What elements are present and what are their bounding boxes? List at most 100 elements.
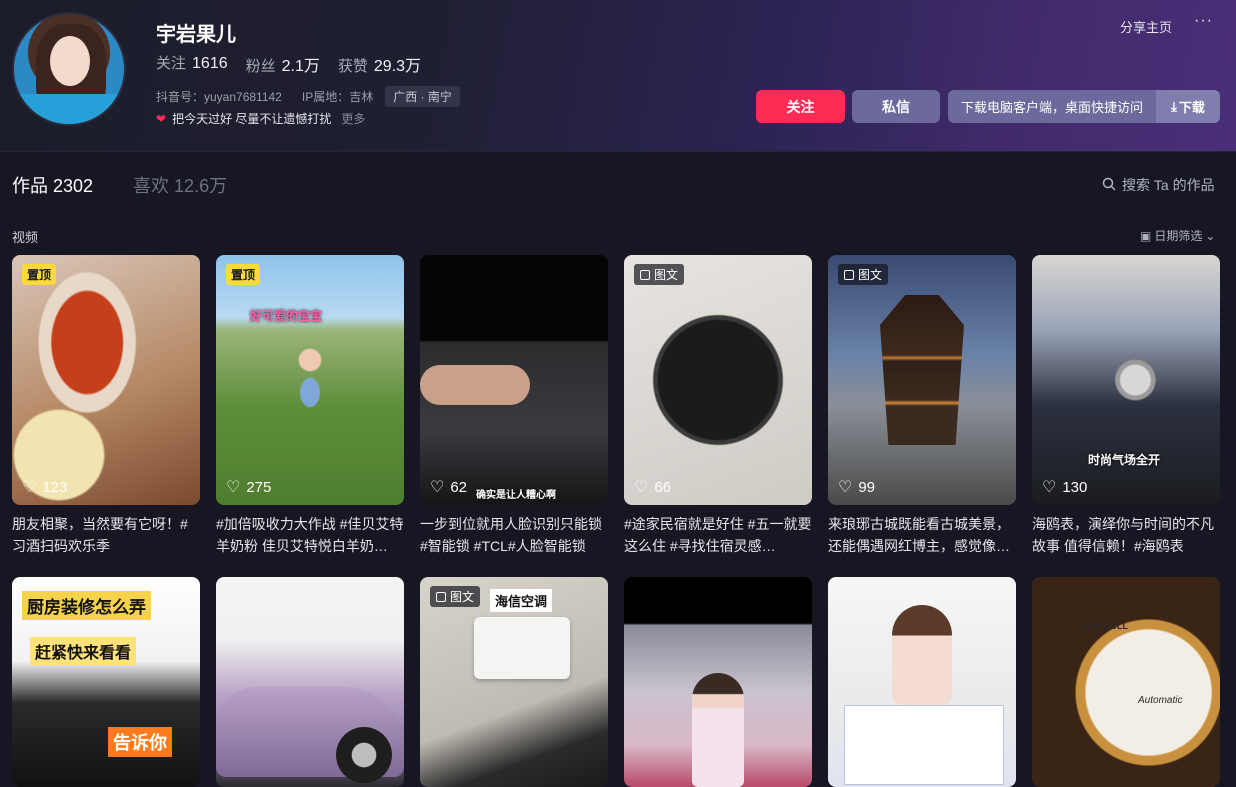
video-card[interactable]: 置顶 好可爱的宝宝 ♡ 275 #加倍吸收力大作战 #佳贝艾特羊奶粉 佳贝艾特悦白… — [216, 255, 404, 557]
gallery-icon — [844, 269, 854, 280]
video-thumbnail[interactable]: 图文 ♡ 99 — [828, 255, 1016, 505]
download-client-text: 下载电脑客户端，桌面快捷访问 — [960, 100, 1143, 115]
search-works-button[interactable]: 搜索 Ta 的作品 — [1102, 175, 1215, 195]
video-thumbnail[interactable]: 图文 ♡ 66 — [624, 255, 812, 505]
video-card[interactable] — [828, 577, 1016, 787]
video-thumbnail[interactable]: SEA-GULL Automatic — [1032, 577, 1220, 787]
like-count-value: 275 — [246, 478, 272, 496]
tab-works[interactable]: 作品 2302 — [12, 172, 93, 198]
video-overlay-text: 确实是让人糟心啊 — [476, 490, 556, 501]
following-value: 1616 — [192, 55, 228, 72]
likes-value: 29.3万 — [373, 58, 422, 75]
like-count-value: 123 — [42, 478, 68, 496]
like-count: ♡ 66 — [634, 477, 671, 497]
avatar[interactable] — [12, 12, 126, 126]
bio-text: 把今天过好 尽量不让遗憾打扰 — [172, 112, 332, 126]
video-overlay-text: 时尚气场全开 — [1088, 453, 1161, 467]
video-thumbnail[interactable]: 确实是让人糟心啊 ♡ 62 — [420, 255, 608, 505]
video-thumbnail[interactable] — [216, 577, 404, 787]
video-thumbnail[interactable]: 置顶 ♡ 123 — [12, 255, 200, 505]
video-caption[interactable]: 来琅琊古城既能看古城美景，还能偶遇网红博主，感觉像… — [828, 513, 1016, 557]
person-shape — [892, 605, 952, 705]
profile-meta: 抖音号：yuyan7681142 IP属地：吉林 广西 · 南宁 — [156, 86, 460, 107]
heart-outline-icon: ♡ — [1042, 479, 1057, 496]
video-card[interactable]: 置顶 ♡ 123 朋友相聚，当然要有它呀！#习酒扫码欢乐季 — [12, 255, 200, 557]
like-count: ♡ 99 — [838, 477, 875, 497]
gallery-icon — [436, 591, 446, 602]
search-icon — [1102, 177, 1116, 194]
section-label: 视频 — [12, 230, 39, 245]
image-post-label: 图文 — [450, 590, 475, 604]
video-card[interactable]: 厨房装修怎么弄 赶紧快来看看 告诉你 — [12, 577, 200, 787]
air-conditioner-shape — [474, 617, 570, 679]
video-thumbnail[interactable] — [624, 577, 812, 787]
video-caption[interactable]: 朋友相聚，当然要有它呀！#习酒扫码欢乐季 — [12, 513, 200, 557]
download-icon: ⤓ — [1171, 98, 1177, 114]
followers-stat[interactable]: 粉丝 2.1万 — [246, 52, 320, 76]
profile-header: 宇岩果儿 关注 1616 粉丝 2.1万 获赞 29.3万 抖音号：yuyan7681… — [0, 0, 1236, 152]
video-overlay-text-3: 告诉你 — [108, 727, 172, 757]
nickname: 宇岩果儿 — [156, 24, 236, 46]
content-tabs: 作品 2302 喜欢 12.6万 — [12, 172, 227, 198]
like-count-value: 99 — [858, 478, 876, 496]
heart-outline-icon: ♡ — [22, 479, 37, 496]
video-caption[interactable]: #加倍吸收力大作战 #佳贝艾特羊奶粉 佳贝艾特悦白羊奶… — [216, 513, 404, 557]
image-post-badge: 图文 — [430, 586, 481, 607]
video-card[interactable]: 图文 ♡ 99 来琅琊古城既能看古城美景，还能偶遇网红博主，感觉像… — [828, 255, 1016, 557]
screen-overlay — [844, 705, 1004, 785]
follow-button[interactable]: 关注 — [756, 90, 845, 123]
video-overlay-text: 海信空调 — [490, 589, 553, 612]
avatar-shirt — [14, 94, 124, 124]
followers-label: 粉丝 — [245, 58, 276, 75]
likes-label: 获赞 — [337, 58, 368, 75]
profile-stats: 关注 1616 粉丝 2.1万 获赞 29.3万 — [156, 52, 421, 76]
image-post-badge: 图文 — [838, 264, 889, 285]
tab-liked[interactable]: 喜欢 12.6万 — [133, 172, 227, 198]
video-caption[interactable]: 一步到位就用人脸识别只能锁 #智能锁 #TCL#人脸智能锁 — [420, 513, 608, 557]
video-card[interactable]: SEA-GULL Automatic — [1032, 577, 1220, 787]
video-thumbnail[interactable]: 厨房装修怎么弄 赶紧快来看看 告诉你 — [12, 577, 200, 787]
video-thumbnail[interactable]: 图文 海信空调 — [420, 577, 608, 787]
watch-brand-text: SEA-GULL — [1082, 621, 1128, 631]
bio-more-link[interactable]: 更多 — [341, 110, 365, 127]
watch-model-text: Automatic — [1138, 695, 1183, 706]
video-card[interactable]: 确实是让人糟心啊 ♡ 62 一步到位就用人脸识别只能锁 #智能锁 #TCL#人脸智… — [420, 255, 608, 557]
region-tag: 广西 · 南宁 — [385, 86, 460, 107]
like-count: ♡ 130 — [1042, 477, 1087, 497]
pinned-badge: 置顶 — [22, 264, 57, 285]
date-filter-dropdown[interactable]: ▣ 日期筛选 ⌄ — [1140, 227, 1215, 244]
image-post-label: 图文 — [654, 268, 679, 282]
video-grid: 置顶 ♡ 123 朋友相聚，当然要有它呀！#习酒扫码欢乐季 置顶 好可爱的宝宝 ♡… — [12, 255, 1224, 787]
video-overlay-text: 厨房装修怎么弄 — [22, 591, 151, 620]
following-stat[interactable]: 关注 1616 — [156, 52, 228, 76]
like-count-value: 130 — [1062, 478, 1088, 496]
video-overlay-text: 好可爱的宝宝 — [250, 309, 323, 323]
video-card[interactable] — [216, 577, 404, 787]
more-options-icon[interactable]: ··· — [1194, 12, 1213, 30]
video-thumbnail[interactable]: 时尚气场全开 ♡ 130 — [1032, 255, 1220, 505]
hand-shape — [420, 365, 530, 405]
video-card[interactable]: 图文 海信空调 — [420, 577, 608, 787]
video-card[interactable]: 图文 ♡ 66 #途家民宿就是好住 #五一就要这么住 #寻找住宿灵感… — [624, 255, 812, 557]
download-button[interactable]: ⤓ 下载 — [1156, 90, 1220, 123]
video-thumbnail[interactable]: 置顶 好可爱的宝宝 ♡ 275 — [216, 255, 404, 505]
pagoda-shape — [880, 295, 964, 445]
video-card[interactable] — [624, 577, 812, 787]
bio: ❤ 把今天过好 尽量不让遗憾打扰 更多 — [156, 110, 365, 127]
ip-location: IP属地：吉林 — [301, 90, 374, 104]
like-count: ♡ 123 — [22, 477, 67, 497]
video-thumbnail[interactable] — [828, 577, 1016, 787]
message-button[interactable]: 私信 — [852, 90, 940, 123]
pinned-badge: 置顶 — [226, 264, 261, 285]
download-client-banner[interactable]: 下载电脑客户端，桌面快捷访问 ⤓ 下载 — [948, 90, 1220, 123]
person-shape — [692, 673, 744, 787]
video-caption[interactable]: #途家民宿就是好住 #五一就要这么住 #寻找住宿灵感… — [624, 513, 812, 557]
like-count: ♡ 275 — [226, 477, 271, 497]
gallery-icon — [640, 269, 650, 280]
share-profile-link[interactable]: 分享主页 — [1120, 17, 1172, 36]
followers-value: 2.1万 — [281, 58, 320, 75]
video-card[interactable]: 时尚气场全开 ♡ 130 海鸥表，演绎你与时间的不凡故事 值得信赖！#海鸥表 — [1032, 255, 1220, 557]
video-caption[interactable]: 海鸥表，演绎你与时间的不凡故事 值得信赖！#海鸥表 — [1032, 513, 1220, 557]
douyin-id: 抖音号：yuyan7681142 — [156, 90, 282, 104]
calendar-icon: ▣ — [1140, 228, 1152, 243]
